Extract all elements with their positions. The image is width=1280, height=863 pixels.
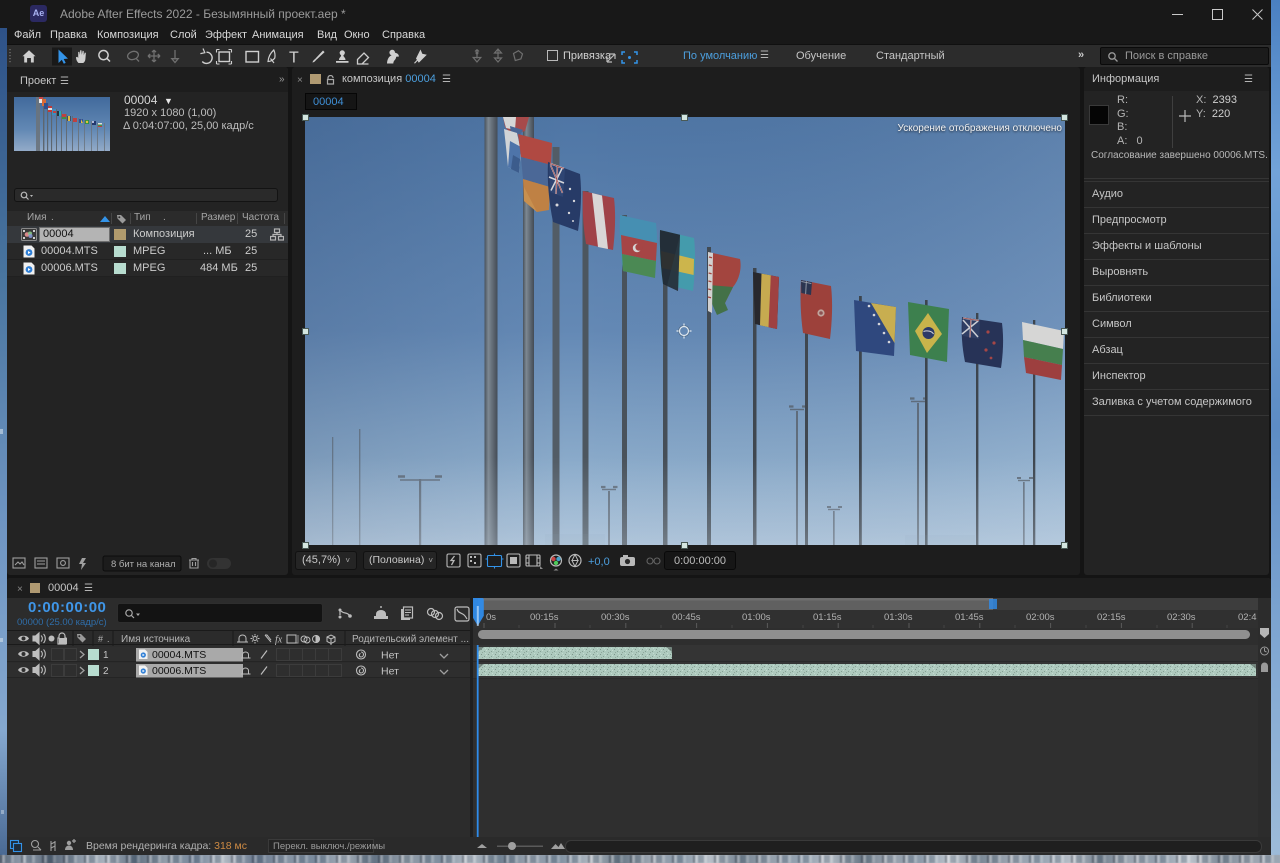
svg-text:01:45s: 01:45s — [955, 612, 984, 623]
svg-text:00:15s: 00:15s — [530, 612, 559, 623]
svg-text:00:30s: 00:30s — [601, 612, 630, 623]
svg-text:Родительский элемент ...: Родительский элемент ... — [352, 634, 469, 645]
svg-text:02:30s: 02:30s — [1167, 612, 1196, 623]
svg-text:.: . — [107, 634, 110, 644]
svg-text:2: 2 — [103, 666, 109, 677]
svg-text:00006.MTS: 00006.MTS — [152, 665, 206, 677]
svg-text:02:15s: 02:15s — [1097, 612, 1126, 623]
svg-text:01:15s: 01:15s — [813, 612, 842, 623]
svg-text:00004.MTS: 00004.MTS — [152, 649, 206, 661]
svg-text:+0,0: +0,0 — [588, 556, 610, 568]
svg-text:Нет: Нет — [381, 650, 399, 662]
svg-text:Нет: Нет — [381, 666, 399, 678]
svg-text:fx: fx — [275, 635, 283, 646]
svg-text:#: # — [98, 634, 103, 644]
svg-text:0s: 0s — [486, 612, 496, 623]
svg-text:02:4: 02:4 — [1238, 612, 1257, 623]
svg-text:Имя источника: Имя источника — [121, 634, 191, 645]
svg-text:1: 1 — [103, 650, 109, 661]
svg-text:T: T — [289, 50, 299, 67]
svg-text:01:00s: 01:00s — [742, 612, 771, 623]
svg-text:00:45s: 00:45s — [672, 612, 701, 623]
svg-text:01:30s: 01:30s — [884, 612, 913, 623]
svg-text:02:00s: 02:00s — [1026, 612, 1055, 623]
svg-text:8 бит на канал: 8 бит на канал — [111, 559, 176, 570]
